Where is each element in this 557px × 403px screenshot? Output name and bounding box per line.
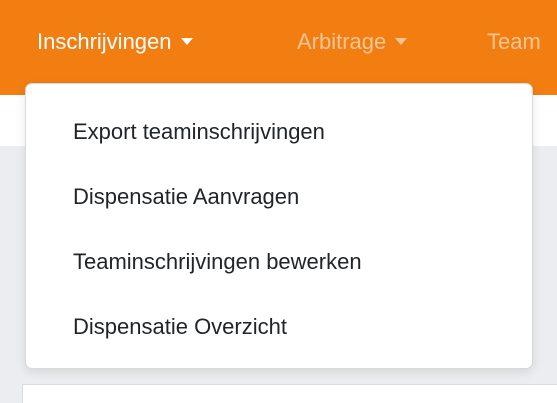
- nav-item-label: Inschrijvingen: [37, 29, 172, 54]
- nav-item-arbitrage[interactable]: Arbitrage: [297, 22, 408, 62]
- caret-down-icon: [395, 38, 408, 45]
- menu-item-teaminschrijvingen-bewerken[interactable]: Teaminschrijvingen bewerken: [73, 244, 362, 280]
- nav-item-label: Team: [487, 29, 541, 54]
- nav-item-team[interactable]: Team: [487, 22, 541, 62]
- top-navbar: Inschrijvingen Arbitrage Team: [0, 0, 557, 95]
- page: Inschrijvingen Arbitrage Team Export tea…: [0, 0, 557, 403]
- content-card: [22, 384, 557, 403]
- inschrijvingen-dropdown-menu: Export teaminschrijvingen Dispensatie Aa…: [25, 83, 533, 369]
- menu-item-dispensatie-overzicht[interactable]: Dispensatie Overzicht: [73, 309, 287, 345]
- nav-item-label: Arbitrage: [297, 29, 387, 54]
- menu-item-dispensatie-aanvragen[interactable]: Dispensatie Aanvragen: [73, 179, 299, 215]
- nav-item-inschrijvingen[interactable]: Inschrijvingen: [37, 22, 193, 62]
- caret-down-icon: [180, 38, 193, 45]
- menu-item-export-teaminschrijvingen[interactable]: Export teaminschrijvingen: [73, 114, 325, 150]
